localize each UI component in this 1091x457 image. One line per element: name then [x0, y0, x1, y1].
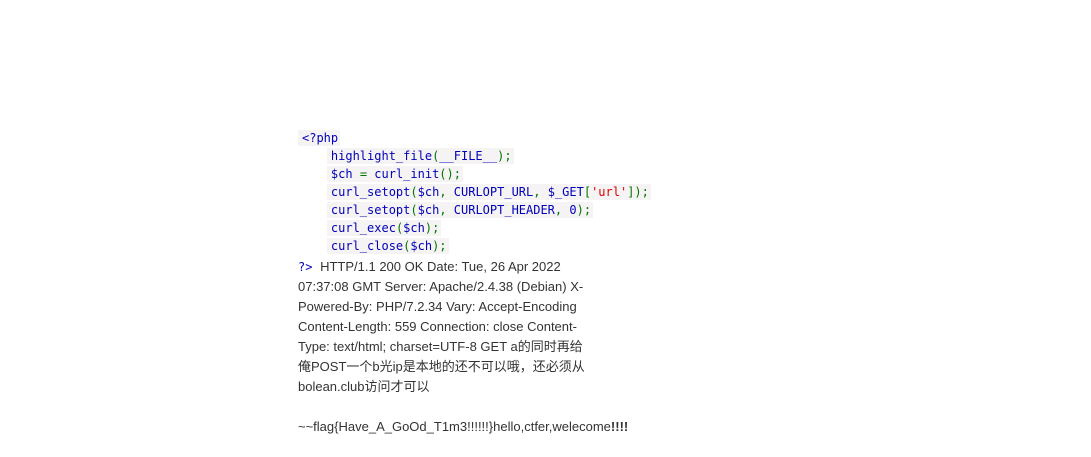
- code-text-4: curl_setopt($ch, CURLOPT_HEADER, 0);: [326, 202, 594, 218]
- flag-bangs: !!!!!!: [467, 419, 489, 434]
- code-line-2: $ch = curl_init();: [298, 165, 651, 183]
- http-response-body: HTTP/1.1 200 OK Date: Tue, 26 Apr 2022 0…: [298, 259, 585, 394]
- curl-response-text: ?> HTTP/1.1 200 OK Date: Tue, 26 Apr 202…: [298, 257, 588, 397]
- code-line-4: curl_setopt($ch, CURLOPT_HEADER, 0);: [298, 201, 651, 219]
- flag-prefix: ~~flag{Have_A_GoOd_T1m3: [298, 419, 468, 434]
- page: <?php highlight_file(__FILE__); $ch = cu…: [0, 0, 1091, 457]
- code-line-5: curl_exec($ch);: [298, 219, 651, 237]
- code-text-2: $ch = curl_init();: [326, 166, 463, 182]
- code-line-open-tag: <?php: [298, 129, 651, 147]
- php-source-listing: <?php highlight_file(__FILE__); $ch = cu…: [298, 129, 651, 255]
- code-line-1: highlight_file(__FILE__);: [298, 147, 651, 165]
- flag-end: !!!!: [610, 419, 629, 434]
- code-text-3: curl_setopt($ch, CURLOPT_URL, $_GET['url…: [326, 184, 651, 200]
- code-line-3: curl_setopt($ch, CURLOPT_URL, $_GET['url…: [298, 183, 651, 201]
- flag-suffix: }hello,ctfer,welecome: [488, 419, 611, 434]
- php-close-tag: ?>: [298, 260, 313, 274]
- php-open-tag: <?php: [298, 130, 341, 146]
- code-text-5: curl_exec($ch);: [326, 220, 442, 236]
- code-text-6: curl_close($ch);: [326, 238, 449, 254]
- flag-line: ~~flag{Have_A_GoOd_T1m3!!!!!!}hello,ctfe…: [298, 417, 628, 437]
- code-line-6: curl_close($ch);: [298, 237, 651, 255]
- code-text-1: highlight_file(__FILE__);: [326, 148, 514, 164]
